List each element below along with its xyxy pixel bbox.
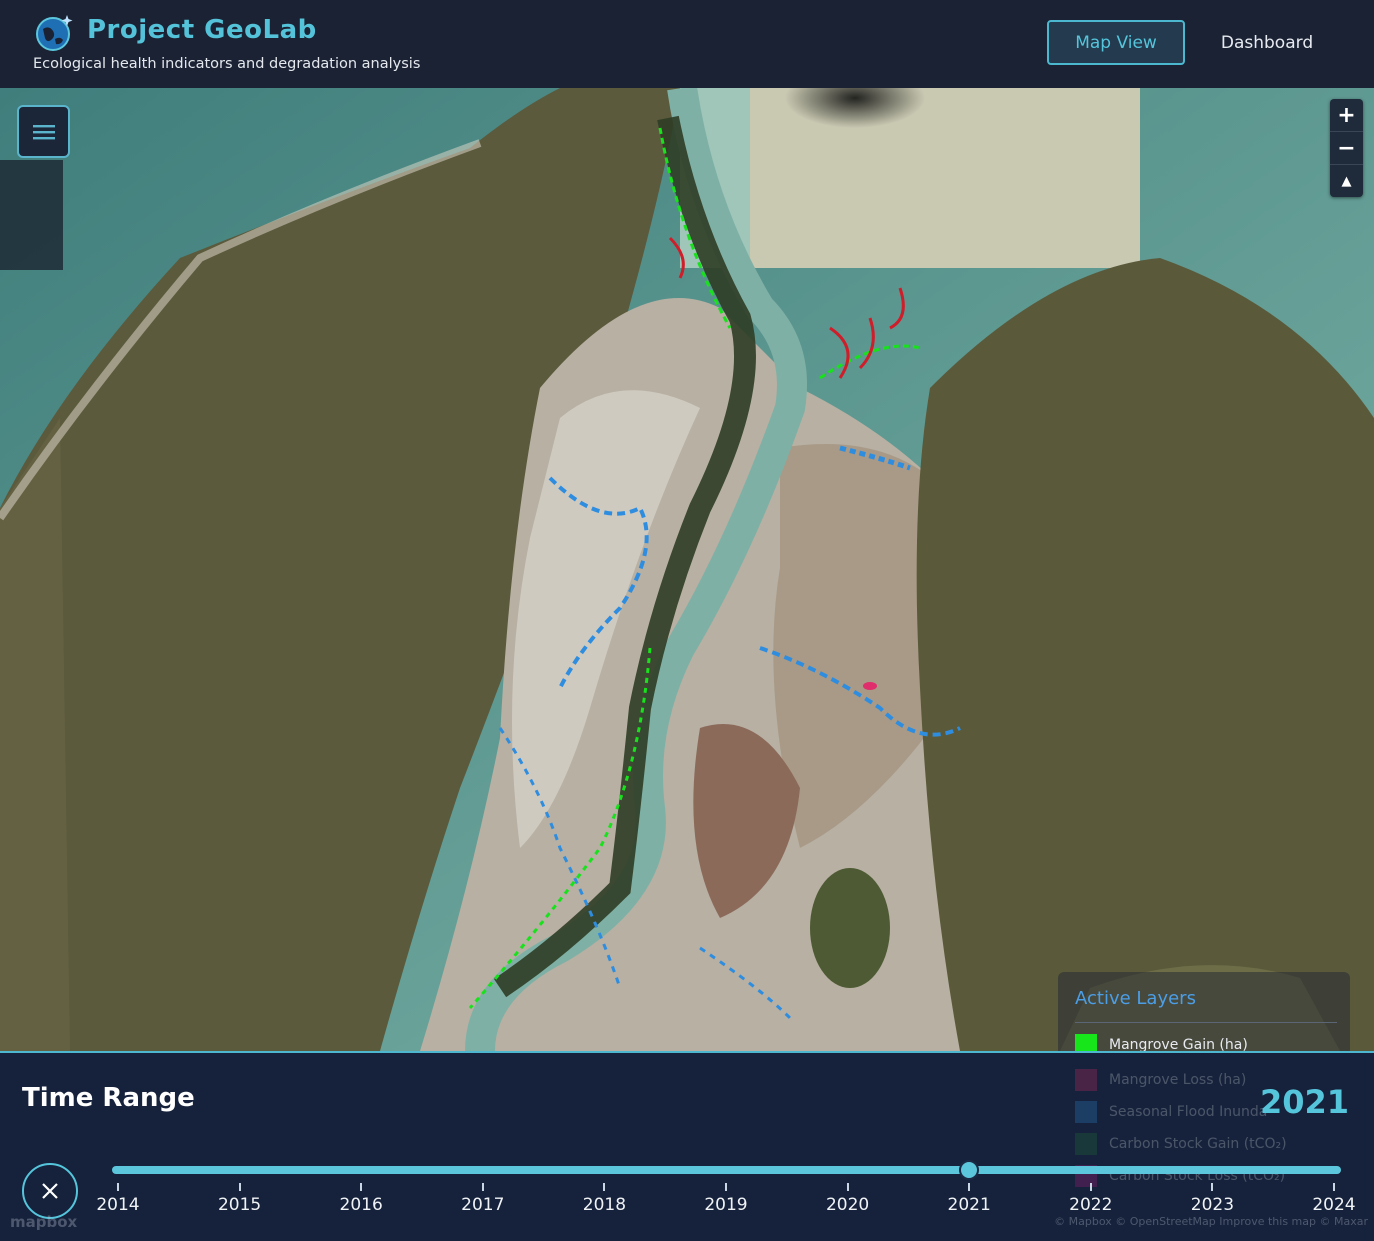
legend-label: Mangrove Gain (ha)	[1109, 1037, 1248, 1051]
mapbox-logo[interactable]: mapbox	[10, 1213, 77, 1231]
year-tick	[360, 1183, 363, 1191]
legend-swatch	[1075, 1133, 1097, 1155]
app-title: Project GeoLab	[87, 15, 317, 45]
year-tick-label[interactable]: 2018	[574, 1195, 634, 1215]
dashboard-button[interactable]: Dashboard	[1202, 20, 1332, 65]
hamburger-menu-icon	[32, 124, 55, 139]
year-tick-label[interactable]: 2023	[1182, 1195, 1242, 1215]
year-tick-label[interactable]: 2016	[331, 1195, 391, 1215]
zoom-out-button[interactable]: −	[1330, 132, 1363, 165]
selected-year: 2021	[1259, 1083, 1349, 1121]
year-tick-label[interactable]: 2019	[696, 1195, 756, 1215]
map-view-button[interactable]: Map View	[1047, 20, 1185, 65]
year-tick-label[interactable]: 2017	[453, 1195, 513, 1215]
compass-icon: ▲	[1341, 173, 1352, 189]
legend-title: Active Layers	[1075, 988, 1196, 1009]
collapsed-panel	[0, 160, 63, 270]
legend-label: Carbon Stock Gain (tCO₂)	[1109, 1136, 1287, 1152]
year-tick	[1211, 1183, 1214, 1191]
year-tick-label[interactable]: 2015	[210, 1195, 270, 1215]
year-tick-label[interactable]: 2024	[1304, 1195, 1364, 1215]
legend-item[interactable]: Seasonal Flood Inunda	[1075, 1101, 1287, 1123]
compass-button[interactable]: ▲	[1330, 165, 1363, 197]
legend-divider	[1075, 1022, 1337, 1023]
map-attribution[interactable]: © Mapbox © OpenStreetMap Improve this ma…	[1054, 1215, 1368, 1228]
year-tick	[1333, 1183, 1335, 1191]
year-slider-track[interactable]	[112, 1166, 1341, 1174]
year-tick-label[interactable]: 2021	[939, 1195, 999, 1215]
legend-label: Mangrove Loss (ha)	[1109, 1072, 1247, 1088]
year-tick	[117, 1183, 119, 1191]
year-tick	[238, 1183, 241, 1191]
menu-button[interactable]	[17, 105, 70, 158]
year-tick	[603, 1183, 606, 1191]
satellite-map[interactable]: + − ▲ Active Layers Mangrove Gain (ha)	[0, 88, 1374, 1051]
year-tick	[846, 1183, 849, 1191]
time-range-panel: Mangrove Loss (ha) Seasonal Flood Inunda…	[0, 1051, 1374, 1241]
legend-label: Seasonal Flood Inunda	[1109, 1104, 1268, 1120]
legend-swatch	[1075, 1069, 1097, 1091]
app-subtitle: Ecological health indicators and degrada…	[33, 56, 421, 72]
year-tick-label[interactable]: 2020	[818, 1195, 878, 1215]
active-layers-legend: Active Layers Mangrove Gain (ha)	[1058, 972, 1350, 1051]
year-tick-label[interactable]: 2022	[1061, 1195, 1121, 1215]
year-slider-thumb[interactable]	[959, 1160, 980, 1180]
legend-swatch	[1075, 1034, 1097, 1051]
app-header: Project GeoLab Ecological health indicat…	[0, 0, 1374, 89]
zoom-in-button[interactable]: +	[1330, 99, 1363, 132]
legend-item[interactable]: Mangrove Loss (ha)	[1075, 1069, 1287, 1091]
close-icon	[42, 1183, 58, 1199]
close-timeline-button[interactable]	[22, 1163, 78, 1219]
year-tick	[968, 1183, 971, 1191]
legend-item[interactable]: Mangrove Gain (ha)	[1075, 1034, 1248, 1051]
globe-logo-icon	[36, 15, 73, 51]
year-tick	[481, 1183, 484, 1191]
time-range-title: Time Range	[22, 1083, 195, 1113]
legend-item[interactable]: Carbon Stock Gain (tCO₂)	[1075, 1133, 1287, 1155]
zoom-controls: + − ▲	[1330, 99, 1363, 197]
year-tick	[1089, 1183, 1092, 1191]
year-tick-label[interactable]: 2014	[88, 1195, 148, 1215]
satellite-imagery[interactable]	[0, 88, 1374, 1051]
year-tick	[725, 1183, 727, 1191]
legend-swatch	[1075, 1101, 1097, 1123]
